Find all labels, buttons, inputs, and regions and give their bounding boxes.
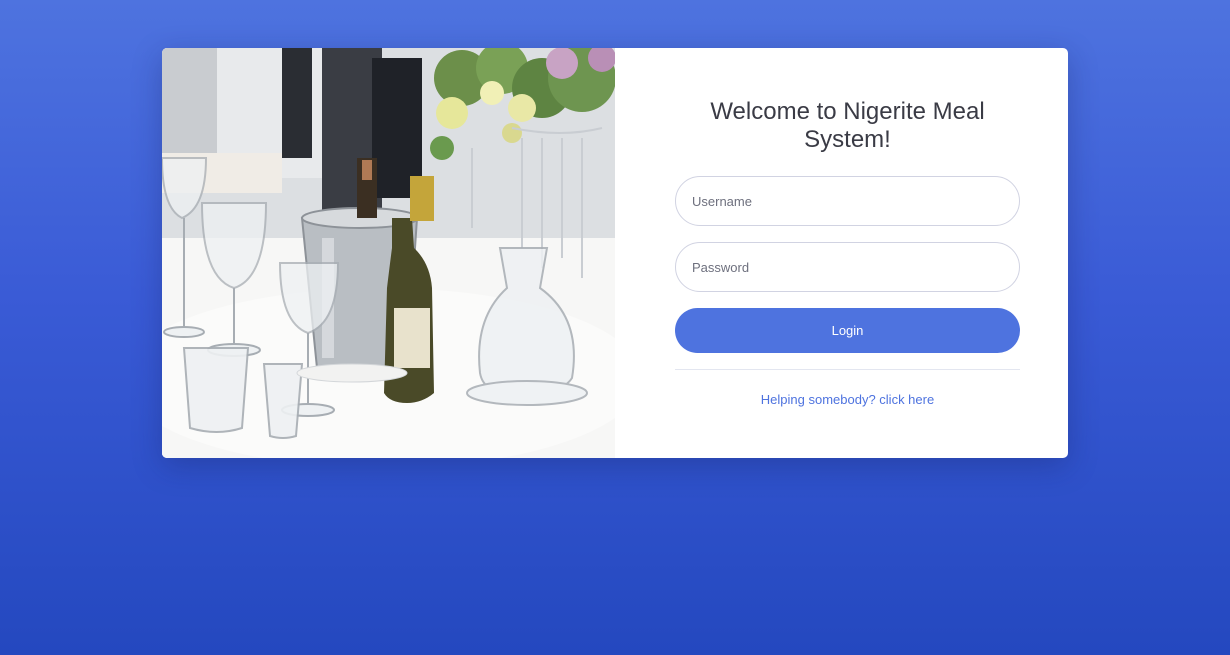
dining-table-photo <box>162 48 615 458</box>
login-button[interactable]: Login <box>675 308 1020 353</box>
help-link[interactable]: Helping somebody? click here <box>675 392 1020 407</box>
password-input[interactable] <box>675 242 1020 292</box>
login-card: Welcome to Nigerite Meal System! Login H… <box>162 48 1068 458</box>
login-form-panel: Welcome to Nigerite Meal System! Login H… <box>615 48 1068 458</box>
divider <box>675 369 1020 370</box>
username-input[interactable] <box>675 176 1020 226</box>
page-title: Welcome to Nigerite Meal System! <box>710 98 985 153</box>
